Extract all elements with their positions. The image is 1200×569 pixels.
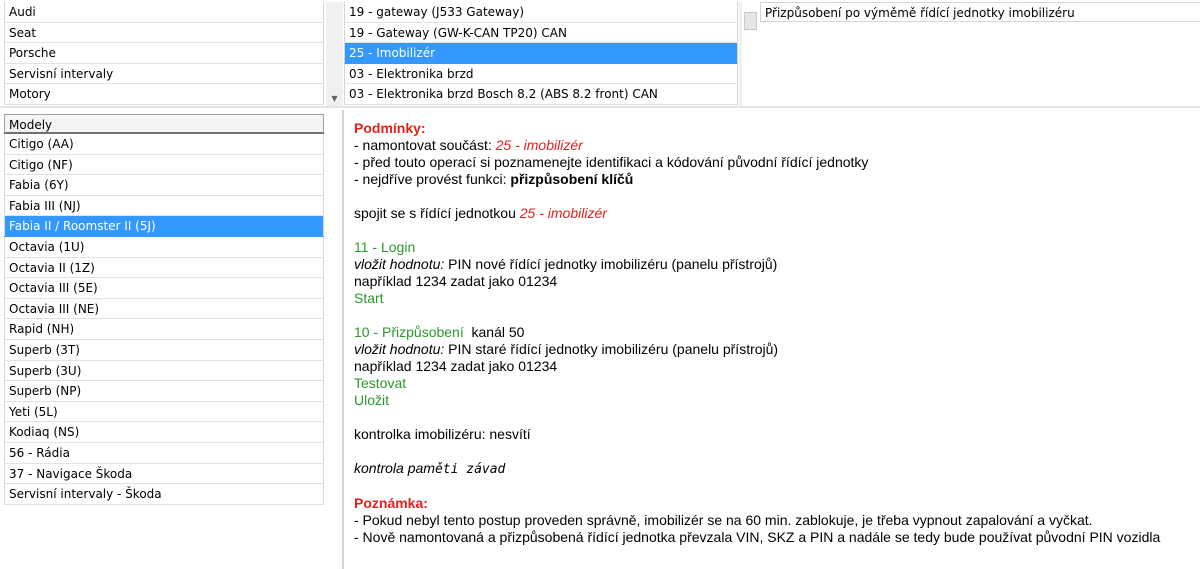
- adaptation-input-line: vložit hodnotu: PIN staré řídící jednotk…: [354, 341, 779, 357]
- horizontal-splitter[interactable]: [0, 106, 1200, 108]
- note-title: Poznámka:: [354, 495, 428, 511]
- brands-scrollbar[interactable]: ▼: [326, 2, 343, 106]
- list-item[interactable]: Servisní intervaly: [4, 63, 324, 85]
- list-item[interactable]: Kodiaq (NS): [4, 422, 324, 443]
- list-item[interactable]: Fabia (6Y): [4, 175, 324, 196]
- lamp-status: kontrolka imobilizéru: nesvítí: [354, 426, 531, 442]
- list-item[interactable]: 19 - gateway (J533 Gateway): [344, 2, 738, 23]
- list-item[interactable]: 56 - Rádia: [4, 442, 324, 464]
- adaptation-test: Testovat: [354, 375, 407, 391]
- list-item-selected[interactable]: Fabia II / Roomster II (5J): [4, 216, 324, 237]
- list-item[interactable]: Octavia III (NE): [4, 298, 324, 320]
- modules-list[interactable]: 19 - gateway (J533 Gateway) 19 - Gateway…: [344, 2, 738, 106]
- list-item[interactable]: Octavia (1U): [4, 236, 324, 258]
- fault-memory-check: kontrola paměti závad: [354, 460, 506, 477]
- list-item[interactable]: Citigo (NF): [4, 154, 324, 176]
- brands-list[interactable]: Audi Seat Porsche Servisní intervaly Mot…: [4, 2, 324, 106]
- list-item[interactable]: 03 - Elektronika brzd Bosch 8.2 (ABS 8.2…: [344, 84, 738, 105]
- connect-line: spojit se s řídící jednotkou 25 - imobil…: [354, 205, 607, 221]
- login-input-line: vložit hodnotu: PIN nové řídící jednotky…: [354, 256, 778, 272]
- adaptation-example: například 1234 zadat jako 01234: [354, 358, 558, 374]
- list-item[interactable]: Seat: [4, 22, 324, 44]
- list-item[interactable]: Octavia II (1Z): [4, 257, 324, 279]
- list-item[interactable]: Superb (NP): [4, 381, 324, 402]
- procedure-content: Podmínky: - namontovat součást: 25 - imo…: [354, 120, 1194, 560]
- list-item[interactable]: Motory: [4, 84, 324, 105]
- list-item[interactable]: Citigo (AA): [4, 134, 324, 155]
- note-1: - Pokud nebyl tento postup proveden sprá…: [354, 512, 1093, 528]
- list-item[interactable]: Octavia III (5E): [4, 278, 324, 299]
- chevron-down-icon[interactable]: ▼: [326, 90, 343, 107]
- list-item[interactable]: Yeti (5L): [4, 401, 324, 423]
- list-item[interactable]: Rapid (NH): [4, 319, 324, 340]
- list-item-selected[interactable]: 25 - Imobilizér: [344, 43, 738, 64]
- note-2: - Nově namontovaná a přizpůsobená řídící…: [354, 529, 1161, 545]
- list-item[interactable]: Fabia III (NJ): [4, 195, 324, 217]
- list-item[interactable]: Přizpůsobení po výměmě řídící jednotky i…: [760, 2, 1200, 22]
- functions-scrollbar[interactable]: [742, 2, 759, 106]
- adaptation-title: 10 - Přizpůsobení kanál 50: [354, 324, 525, 340]
- functions-list[interactable]: Přizpůsobení po výměmě řídící jednotky i…: [760, 2, 1200, 106]
- list-item[interactable]: Superb (3T): [4, 339, 324, 361]
- list-item[interactable]: Porsche: [4, 43, 324, 64]
- list-item[interactable]: 19 - Gateway (GW-K-CAN TP20) CAN: [344, 22, 738, 44]
- list-item[interactable]: 37 - Navigace Škoda: [4, 463, 324, 485]
- models-header[interactable]: Modely: [4, 114, 324, 134]
- adaptation-save: Uložit: [354, 392, 390, 408]
- list-item[interactable]: 03 - Elektronika brzd: [344, 63, 738, 85]
- list-item[interactable]: Superb (3U): [4, 360, 324, 382]
- list-item[interactable]: Servisní intervaly - Škoda: [4, 484, 324, 505]
- scroll-thumb[interactable]: [744, 12, 757, 30]
- condition-1: - namontovat součást: 25 - imobilizér: [354, 137, 583, 153]
- condition-2: - před touto operací si poznamenejte ide…: [354, 154, 869, 170]
- vertical-splitter[interactable]: [342, 110, 344, 569]
- condition-3: - nejdříve provést funkci: přizpůsobení …: [354, 171, 634, 187]
- login-action: Start: [354, 290, 384, 306]
- login-example: například 1234 zadat jako 01234: [354, 273, 558, 289]
- conditions-title: Podmínky:: [354, 120, 426, 136]
- list-item[interactable]: Audi: [4, 2, 324, 23]
- login-title: 11 - Login: [354, 239, 416, 255]
- models-list[interactable]: Citigo (AA) Citigo (NF) Fabia (6Y) Fabia…: [4, 134, 324, 506]
